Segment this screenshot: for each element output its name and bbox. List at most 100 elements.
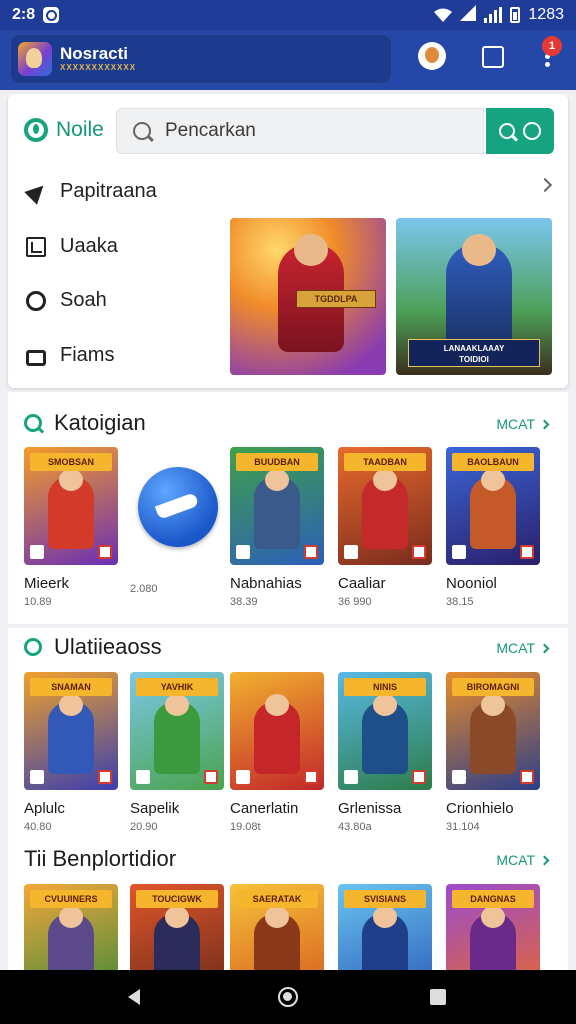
see-more-label: MCAT (496, 640, 535, 656)
game-card[interactable]: SMOBSAN Mieerk 10.89 (24, 447, 118, 608)
nav-item-papitraana[interactable]: Papitraana (26, 180, 157, 203)
see-more-link[interactable]: MCAT (496, 852, 550, 868)
game-name: Crionhielo (446, 800, 514, 817)
brand-logo-icon (24, 118, 48, 142)
search-bar[interactable] (116, 108, 484, 154)
nav-item-fiams[interactable]: Fiams (26, 344, 114, 367)
game-tag: DANGNAS (452, 890, 534, 908)
game-name: Mieerk (24, 575, 70, 592)
game-thumbnail: SMOBSAN (24, 447, 118, 565)
game-meta: 38.15 (446, 596, 474, 608)
game-card[interactable]: TAADBAN Caaliar 36 990 (338, 447, 432, 608)
back-icon[interactable] (128, 989, 140, 1005)
app-title-pill[interactable]: Nosracti XXXXXXXXXXXX (10, 34, 392, 84)
nav-item-label: Soah (60, 289, 107, 311)
box-icon (26, 236, 46, 257)
circle-icon (26, 290, 46, 311)
game-card[interactable]: BIROMAGNI Crionhielo 31.104 (446, 672, 540, 833)
hero-face (265, 694, 289, 716)
game-card[interactable]: SNAMAN Aplulc 40.80 (24, 672, 118, 833)
square-icon[interactable] (478, 42, 506, 70)
hero-face (481, 694, 505, 716)
section-benplortidior: Tii Benplortidior MCAT CVUUINERS TOUCIGWK… (8, 842, 568, 1002)
game-meta: 31.104 (446, 821, 480, 833)
featured-banner[interactable]: LANAAKLAAAY TOIDIOI (396, 218, 552, 375)
brand[interactable]: Noile (24, 118, 104, 142)
game-meta: 19.08t (230, 821, 261, 833)
game-meta: 10.89 (24, 596, 52, 608)
hero-face (59, 906, 83, 928)
profile-avatar-icon[interactable] (418, 42, 446, 70)
game-tag: SMOBSAN (30, 453, 112, 471)
game-thumbnail: NINIS (338, 672, 432, 790)
game-meta: 40.80 (24, 821, 52, 833)
game-tag: TAADBAN (344, 453, 426, 471)
chevron-right-icon (539, 419, 550, 429)
search-input[interactable] (165, 120, 445, 142)
game-card[interactable]: BUUDBAN Nabnahias 38.39 (230, 447, 324, 608)
hero-face (373, 906, 397, 928)
game-thumbnail: TAADBAN (338, 447, 432, 565)
game-card[interactable]: YAVHIK Sapelik 20.90 (130, 672, 224, 833)
search-icon (499, 123, 515, 139)
game-thumbnail: BIROMAGNI (446, 672, 540, 790)
see-more-link[interactable]: MCAT (496, 416, 550, 432)
voice-search-icon (523, 122, 541, 140)
game-name: Grlenissa (338, 800, 402, 817)
hero-face (59, 694, 83, 716)
rating-badge-icon (236, 545, 250, 559)
featured-banner[interactable]: TGDDLPA (230, 218, 386, 375)
search-icon (24, 414, 42, 432)
game-card[interactable]: 2.080 (130, 447, 224, 595)
game-tag: SNAMAN (30, 678, 112, 696)
game-tag: YAVHIK (136, 678, 218, 696)
see-more-label: MCAT (496, 416, 535, 432)
platform-badge-icon (204, 770, 218, 784)
rating-badge-icon (452, 770, 466, 784)
game-tag: SAERATAK (236, 890, 318, 908)
game-meta: 38.39 (230, 596, 258, 608)
game-tag: BAOLBAUN (452, 453, 534, 471)
search-button[interactable] (486, 108, 554, 154)
section-header: Katoigian (24, 410, 146, 436)
nav-item-uaaka[interactable]: Uaaka (26, 235, 118, 258)
game-card[interactable]: BAOLBAUN Nooniol 38.15 (446, 447, 540, 608)
game-name: Canerlatin (230, 800, 299, 817)
home-icon[interactable] (278, 987, 298, 1007)
app-subtitle: XXXXXXXXXXXX (60, 63, 137, 72)
see-more-link[interactable]: MCAT (496, 640, 550, 656)
nav-item-soah[interactable]: Soah (26, 289, 107, 312)
game-card[interactable]: NINIS Grlenissa 43.80a (338, 672, 432, 833)
banner-caption: LANAAKLAAAY TOIDIOI (408, 339, 540, 367)
game-meta: 2.080 (130, 583, 158, 595)
circle-icon (24, 638, 42, 656)
section-title: Katoigian (54, 410, 146, 435)
rating-badge-icon (452, 545, 466, 559)
status-clock-right: 1283 (528, 6, 564, 23)
game-thumbnail: BUUDBAN (230, 447, 324, 565)
banner-hero-head (294, 234, 328, 266)
game-name: Nabnahias (230, 575, 302, 592)
signal-icon (460, 4, 477, 26)
game-meta: 43.80a (338, 821, 372, 833)
system-nav-bar (0, 970, 576, 1024)
chevron-right-icon[interactable] (537, 177, 553, 193)
banner-hero-head (462, 234, 496, 266)
game-name: Sapelik (130, 800, 180, 817)
nav-item-label: Uaaka (60, 235, 118, 257)
hero-face (265, 469, 289, 491)
platform-badge-icon (520, 545, 534, 559)
game-name: Nooniol (446, 575, 497, 592)
section-title: Ulatiieaoss (54, 634, 162, 659)
rating-badge-icon (136, 770, 150, 784)
recent-apps-icon[interactable] (430, 989, 446, 1005)
nav-item-label: Fiams (60, 344, 115, 366)
game-tag: NINIS (344, 678, 426, 696)
game-card[interactable]: Canerlatin 19.08t (230, 672, 324, 833)
game-row: SNAMAN Aplulc 40.80 YAVHIK Sapelik 20.90 Caner… (24, 672, 554, 842)
platform-badge-icon (98, 545, 112, 559)
rating-badge-icon (236, 770, 250, 784)
hero-face (373, 469, 397, 491)
menu-badge: 1 (542, 36, 562, 56)
brand-label: Noile (56, 118, 104, 141)
